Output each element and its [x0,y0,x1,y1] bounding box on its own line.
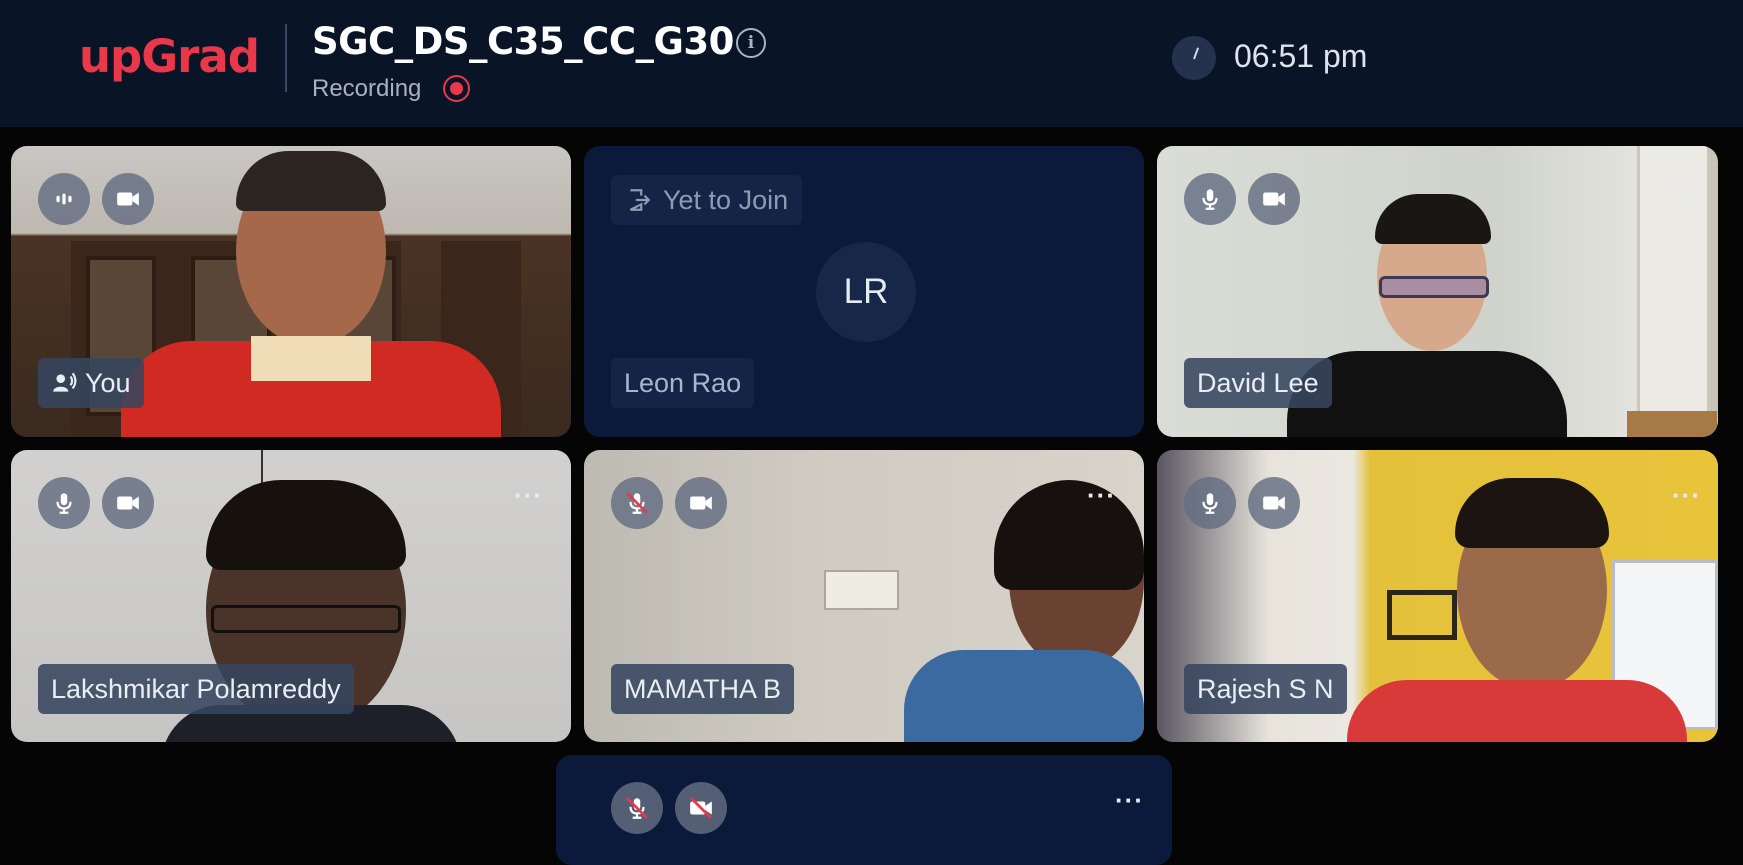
more-options-icon[interactable]: ··· [514,482,543,508]
recording-indicator-icon [443,75,470,102]
header-divider [285,24,287,92]
microphone-icon[interactable] [1184,173,1236,225]
participant-tile-david-lee[interactable]: ··· David Lee [1157,146,1718,437]
video-camera-icon[interactable] [675,477,727,529]
meeting-title: SGC_DS_C35_CC_G30 [312,20,734,63]
participant-name-tag: You [38,358,144,408]
more-options-icon[interactable]: ··· [1672,178,1701,204]
participant-name-tag: MAMATHA B [611,664,795,714]
participant-tile-leon-rao[interactable]: Yet to Join LR Leon Rao [584,146,1144,437]
video-camera-icon[interactable] [102,477,154,529]
participant-name: MAMATHA B [624,674,782,704]
participant-name: David Lee [1197,368,1319,398]
microphone-muted-icon[interactable] [611,782,663,834]
speaker-person-icon [53,372,77,392]
top-bar: upGrad SGC_DS_C35_CC_G30 i Recording 06:… [0,0,1743,127]
enter-door-icon [629,189,651,211]
video-camera-icon[interactable] [1248,477,1300,529]
more-options-icon[interactable]: ··· [1672,482,1701,508]
participant-tile-lakshmikar-polamreddy[interactable]: ··· Lakshmikar Polamreddy [11,450,571,742]
participant-name: Rajesh S N [1197,674,1334,704]
participant-name-tag: Rajesh S N [1184,664,1347,714]
video-camera-off-icon[interactable] [675,782,727,834]
participant-tile-unnamed[interactable]: ··· [556,755,1172,865]
participant-name: Leon Rao [624,368,742,398]
recording-label: Recording [312,75,422,102]
speaking-indicator-icon[interactable] [38,173,90,225]
yet-to-join-badge: Yet to Join [611,175,803,225]
clock-time: 06:51 pm [1234,38,1368,74]
participant-name: Lakshmikar Polamreddy [51,674,341,704]
video-camera-icon[interactable] [1248,173,1300,225]
microphone-icon[interactable] [38,477,90,529]
participant-name: You [85,368,131,398]
participant-tile-rajesh-s-n[interactable]: ··· Rajesh S N [1157,450,1718,742]
microphone-muted-icon[interactable] [611,477,663,529]
participant-tile-mamatha-b[interactable]: ··· MAMATHA B [584,450,1144,742]
participant-tile-you[interactable]: You [11,146,571,437]
clock-icon [1172,36,1216,80]
video-camera-icon[interactable] [102,173,154,225]
participant-name-tag: David Lee [1184,358,1332,408]
more-options-icon[interactable]: ··· [1115,787,1144,813]
participant-name-tag: Leon Rao [611,358,755,408]
avatar: LR [816,242,916,342]
more-options-icon[interactable]: ··· [1087,482,1116,508]
info-icon[interactable]: i [736,28,766,58]
microphone-icon[interactable] [1184,477,1236,529]
participant-name-tag: Lakshmikar Polamreddy [38,664,354,714]
yet-to-join-label: Yet to Join [663,184,789,215]
upgrad-logo: upGrad [79,30,260,83]
